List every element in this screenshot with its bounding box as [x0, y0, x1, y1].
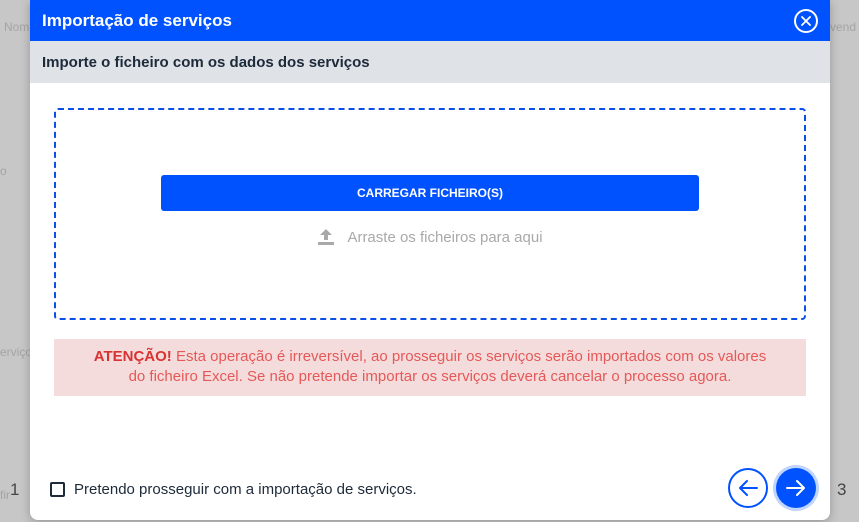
close-button[interactable] [794, 8, 818, 33]
next-step-button[interactable] [776, 468, 816, 508]
upload-files-button[interactable]: CARREGAR FICHEIRO(S) [161, 175, 699, 211]
upload-icon [318, 229, 335, 245]
modal-subheader: Importe o ficheiro com os dados dos serv… [30, 41, 830, 83]
checkbox-box[interactable] [50, 482, 65, 497]
modal-subtitle: Importe o ficheiro com os dados dos serv… [42, 53, 370, 71]
close-icon [801, 15, 811, 26]
file-dropzone[interactable]: CARREGAR FICHEIRO(S) Arraste os ficheiro… [54, 108, 806, 320]
previous-step-button[interactable] [728, 468, 768, 508]
arrow-right-icon [786, 480, 805, 496]
confirm-import-checkbox[interactable]: Pretendo prosseguir com a importação de … [50, 481, 417, 498]
warning-message: ATENÇÃO! Esta operação é irreversível, a… [54, 339, 806, 396]
warning-label: ATENÇÃO! [93, 348, 172, 365]
drag-hint: Arraste os ficheiros para aqui [56, 228, 804, 246]
modal-header: Importação de serviços [30, 0, 830, 41]
warning-text: Esta operação é irreversível, ao prosseg… [128, 348, 767, 385]
arrow-left-icon [739, 480, 758, 496]
import-services-modal: Importação de serviços Importe o ficheir… [30, 0, 830, 520]
drag-hint-text: Arraste os ficheiros para aqui [347, 228, 543, 246]
confirm-import-label: Pretendo prosseguir com a importação de … [74, 481, 417, 498]
modal-title: Importação de serviços [42, 10, 232, 30]
